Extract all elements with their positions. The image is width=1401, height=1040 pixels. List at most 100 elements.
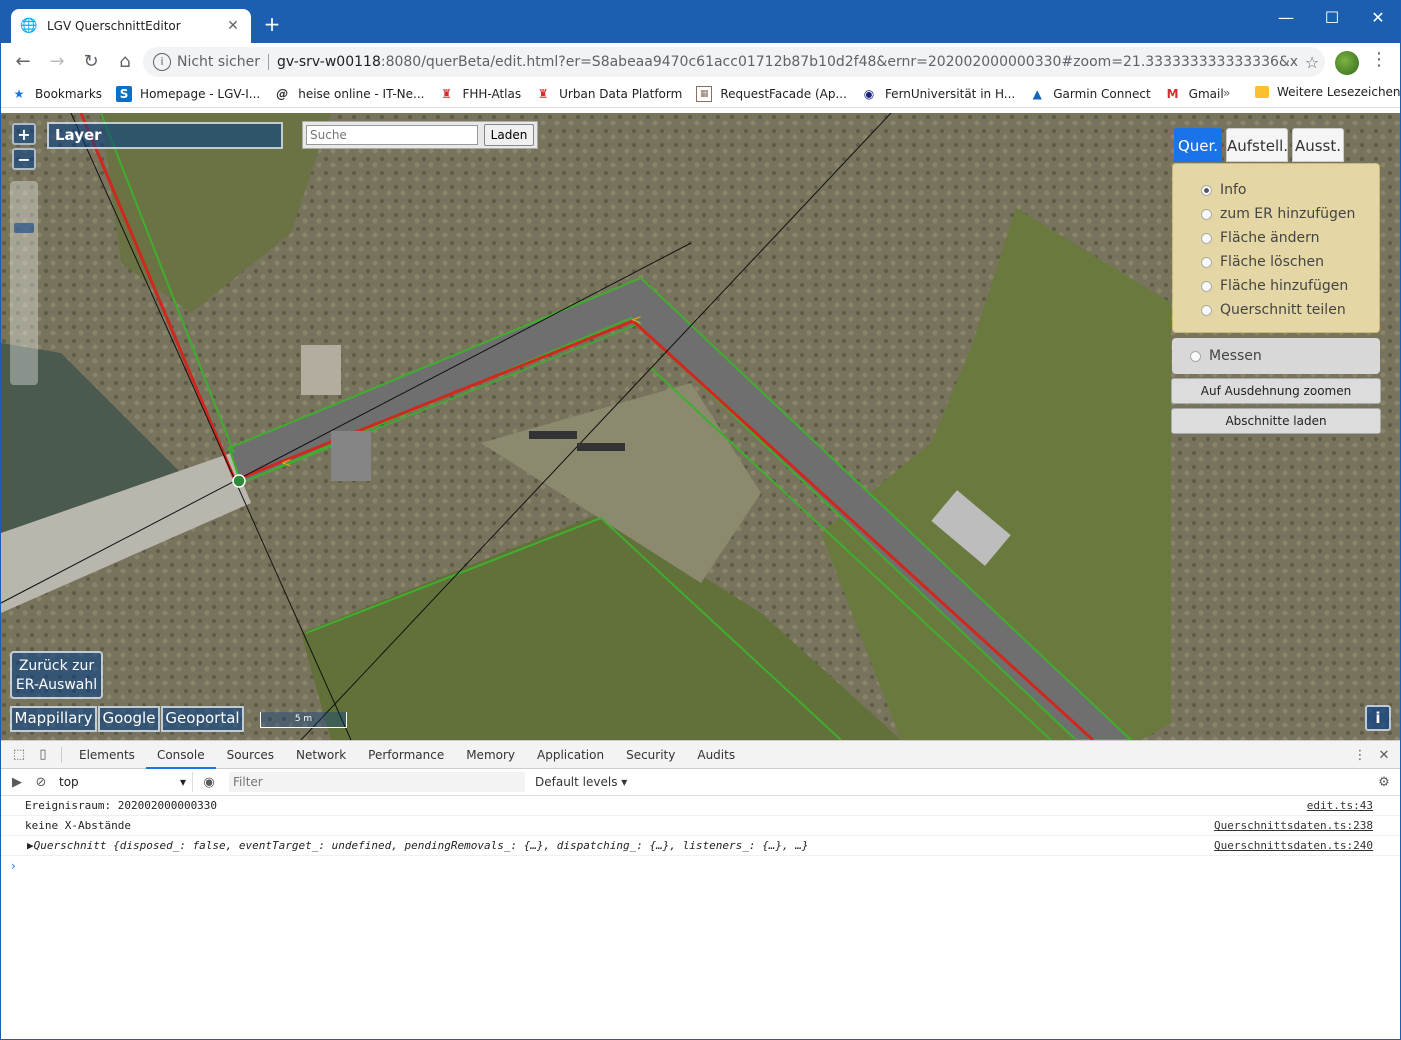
home-icon[interactable]: ⌂ xyxy=(109,46,141,78)
browser-toolbar: ← → ↻ ⌂ i Nicht sicher gv-srv-w00118:808… xyxy=(1,43,1400,80)
console-prompt[interactable]: › xyxy=(1,856,1400,876)
forward-arrow-icon[interactable]: → xyxy=(41,46,73,78)
security-label[interactable]: Nicht sicher xyxy=(177,54,260,70)
heise-icon: @ xyxy=(276,86,289,101)
context-select[interactable]: top ▾ xyxy=(53,772,193,792)
tab-ausst[interactable]: Ausst. xyxy=(1292,128,1344,162)
zoom-out-button[interactable]: − xyxy=(12,148,36,170)
search-input[interactable] xyxy=(306,125,478,145)
other-bookmarks-label: Weitere Lesezeichen xyxy=(1277,85,1401,99)
bookmark-item[interactable]: ★ Bookmarks xyxy=(11,86,102,102)
url-host: gv-srv-w00118 xyxy=(277,54,381,70)
other-bookmarks[interactable]: Weitere Lesezeichen xyxy=(1255,85,1401,99)
browser-tab[interactable]: 🌐 LGV QuerschnittEditor ✕ xyxy=(11,9,251,43)
bookmark-item[interactable]: ▲ Garmin Connect xyxy=(1029,86,1151,102)
radio-button[interactable] xyxy=(1201,232,1212,244)
url-text[interactable]: gv-srv-w00118:8080/querBeta/edit.html?er… xyxy=(277,54,1299,70)
tab-audits[interactable]: Audits xyxy=(686,741,746,769)
measure-option[interactable]: Messen xyxy=(1172,338,1380,374)
close-window-button[interactable]: ✕ xyxy=(1355,1,1400,33)
log-source-link[interactable]: edit.ts:43 xyxy=(1307,796,1373,816)
tab-application[interactable]: Application xyxy=(526,741,615,769)
log-message: keine X-Abstände xyxy=(25,819,131,832)
option-split-section[interactable]: Querschnitt teilen xyxy=(1201,298,1379,322)
tab-network[interactable]: Network xyxy=(285,741,357,769)
bookmark-item[interactable]: ♜ FHH-Atlas xyxy=(438,86,521,102)
menu-dots-icon[interactable]: ⋮ xyxy=(1369,49,1389,75)
bookmark-item[interactable]: S Homepage - LGV-I... xyxy=(116,85,260,102)
console-toolbar: ▶ ⊘ top ▾ ◉ Default levels ▾ ⚙ xyxy=(1,769,1400,796)
browser-window: 🌐 LGV QuerschnittEditor ✕ + — ☐ ✕ ← → ↻ … xyxy=(0,0,1401,1040)
radio-button[interactable] xyxy=(1201,280,1212,292)
tab-sources[interactable]: Sources xyxy=(216,741,285,769)
bookmark-item[interactable]: ◉ FernUniversität in H... xyxy=(861,86,1016,102)
log-object[interactable]: ▶Querschnitt {disposed_: false, eventTar… xyxy=(27,839,808,852)
tab-console[interactable]: Console xyxy=(145,741,216,769)
new-tab-button[interactable]: + xyxy=(261,13,283,35)
bookmark-item[interactable]: @ heise online - IT-Ne... xyxy=(274,86,424,102)
console-log-row[interactable]: ▶Querschnitt {disposed_: false, eventTar… xyxy=(1,836,1400,856)
geoportal-button[interactable]: Geoportal xyxy=(161,706,244,732)
scale-bar: 5 m xyxy=(260,712,347,728)
back-to-er-button[interactable]: Zurück zur ER-Auswahl xyxy=(10,651,103,699)
tab-title: LGV QuerschnittEditor xyxy=(47,19,181,33)
info-button[interactable]: i xyxy=(1365,705,1391,731)
option-change-area[interactable]: Fläche ändern xyxy=(1201,226,1379,250)
option-add-to-er[interactable]: zum ER hinzufügen xyxy=(1201,202,1379,226)
tab-performance[interactable]: Performance xyxy=(357,741,455,769)
mapillary-button[interactable]: Mappillary xyxy=(10,706,97,732)
address-bar[interactable]: i Nicht sicher gv-srv-w00118:8080/querBe… xyxy=(143,47,1325,77)
bookmarks-more-icon[interactable]: » xyxy=(1223,86,1230,100)
zoom-slider-thumb[interactable] xyxy=(14,223,34,233)
layer-button[interactable]: Layer xyxy=(47,122,283,149)
log-source-link[interactable]: Querschnittsdaten.ts:240 xyxy=(1214,836,1373,856)
bookmark-item[interactable]: ▦ RequestFacade (Ap... xyxy=(696,85,847,102)
option-info[interactable]: Info xyxy=(1201,178,1379,202)
radio-button[interactable] xyxy=(1201,208,1212,220)
load-button[interactable]: Laden xyxy=(484,124,534,146)
option-label: Info xyxy=(1220,182,1247,198)
zoom-in-button[interactable]: + xyxy=(12,123,36,145)
minimize-button[interactable]: — xyxy=(1263,1,1309,33)
google-button[interactable]: Google xyxy=(98,706,160,732)
settings-gear-icon[interactable]: ⚙ xyxy=(1372,770,1396,794)
clear-console-icon[interactable]: ⊘ xyxy=(29,770,53,794)
radio-button[interactable] xyxy=(1190,350,1201,362)
option-add-area[interactable]: Fläche hinzufügen xyxy=(1201,274,1379,298)
devtools-close-icon[interactable]: ✕ xyxy=(1372,743,1396,767)
option-label: Querschnitt teilen xyxy=(1220,302,1346,318)
bookmark-item[interactable]: M Gmail xyxy=(1165,86,1224,102)
globe-icon: 🌐 xyxy=(20,18,38,34)
sidebar-toggle-icon[interactable]: ▶ xyxy=(5,770,29,794)
log-source-link[interactable]: Querschnittsdaten.ts:238 xyxy=(1214,816,1373,836)
tab-elements[interactable]: Elements xyxy=(68,741,146,769)
back-arrow-icon[interactable]: ← xyxy=(7,46,39,78)
radio-button[interactable] xyxy=(1201,184,1212,196)
devtools-menu-icon[interactable]: ⋮ xyxy=(1348,743,1372,767)
bookmark-star-icon[interactable]: ☆ xyxy=(1299,53,1325,72)
option-delete-area[interactable]: Fläche löschen xyxy=(1201,250,1379,274)
eye-icon[interactable]: ◉ xyxy=(197,770,221,794)
load-sections-button[interactable]: Abschnitte laden xyxy=(1171,408,1381,434)
zoom-to-extent-button[interactable]: Auf Ausdehnung zoomen xyxy=(1171,378,1381,404)
reload-icon[interactable]: ↻ xyxy=(75,46,107,78)
radio-button[interactable] xyxy=(1201,256,1212,268)
inspect-icon[interactable]: ⬚ xyxy=(7,743,31,767)
maximize-button[interactable]: ☐ xyxy=(1309,1,1355,33)
close-tab-icon[interactable]: ✕ xyxy=(225,18,241,34)
tab-memory[interactable]: Memory xyxy=(455,741,526,769)
bookmark-item[interactable]: ♜ Urban Data Platform xyxy=(535,86,683,102)
garmin-icon: ▲ xyxy=(1032,86,1042,101)
device-toolbar-icon[interactable]: ▯ xyxy=(31,743,55,767)
tab-aufstell[interactable]: Aufstell. xyxy=(1226,128,1288,162)
profile-avatar[interactable] xyxy=(1335,51,1359,75)
info-icon[interactable]: i xyxy=(153,53,171,71)
star-icon: ★ xyxy=(13,86,25,101)
zoom-slider[interactable] xyxy=(10,181,38,385)
edit-mode-panel: Info zum ER hinzufügen Fläche ändern Flä… xyxy=(1172,163,1380,333)
radio-button[interactable] xyxy=(1201,304,1212,316)
tab-security[interactable]: Security xyxy=(615,741,686,769)
console-filter-input[interactable] xyxy=(229,772,525,792)
log-levels-dropdown[interactable]: Default levels ▾ xyxy=(535,775,627,789)
tab-quer[interactable]: Quer. xyxy=(1174,128,1222,162)
